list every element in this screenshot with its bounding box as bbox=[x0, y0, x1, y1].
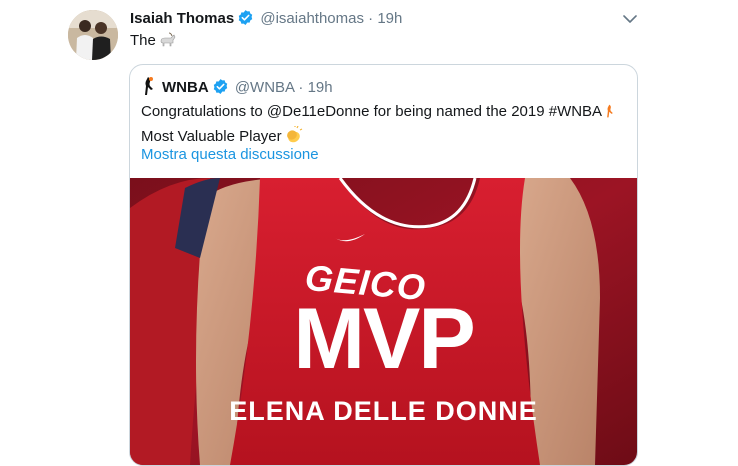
wnba-logo-icon bbox=[142, 76, 156, 102]
mvp-headline: MVP bbox=[293, 291, 475, 387]
quoted-header-separator: · bbox=[298, 79, 304, 96]
quoted-media-image[interactable]: GEICO MVP ELENA DELLE DONNE bbox=[130, 178, 637, 465]
header-separator: · bbox=[368, 10, 374, 27]
quoted-author-name[interactable]: WNBA bbox=[162, 79, 209, 96]
quoted-tweet-header: WNBA @WNBA · 19h bbox=[142, 76, 333, 102]
verified-badge-icon bbox=[237, 9, 254, 32]
quoted-author-handle[interactable]: @WNBA bbox=[235, 79, 294, 96]
quoted-text-line2: Most Valuable Player bbox=[141, 128, 282, 145]
goat-icon bbox=[158, 32, 176, 54]
tweet-timestamp[interactable]: 19h bbox=[377, 10, 402, 27]
wnba-hashflag-icon bbox=[605, 102, 615, 126]
author-avatar[interactable] bbox=[68, 10, 118, 60]
avatar-photo bbox=[68, 10, 118, 60]
quoted-text-line1: Congratulations to @De11eDonne for being… bbox=[141, 103, 603, 120]
tweet-text: The bbox=[130, 31, 176, 54]
quoted-verified-badge-icon bbox=[212, 78, 229, 101]
player-name: ELENA DELLE DONNE bbox=[229, 396, 538, 426]
quoted-tweet-card[interactable]: WNBA @WNBA · 19h Congratulations to @De1… bbox=[129, 64, 638, 466]
tweet-menu-chevron-down-icon[interactable] bbox=[622, 12, 638, 24]
quoted-tweet-text: Congratulations to @De11eDonne for being… bbox=[141, 101, 621, 150]
quoted-timestamp[interactable]: 19h bbox=[308, 79, 333, 96]
tweet-header: Isaiah Thomas @isaiahthomas · 19h bbox=[130, 9, 402, 32]
tweet-text-content: The bbox=[130, 32, 156, 49]
author-handle[interactable]: @isaiahthomas bbox=[260, 10, 364, 27]
show-thread-link[interactable]: Mostra questa discussione bbox=[141, 145, 319, 165]
author-name[interactable]: Isaiah Thomas bbox=[130, 10, 234, 27]
